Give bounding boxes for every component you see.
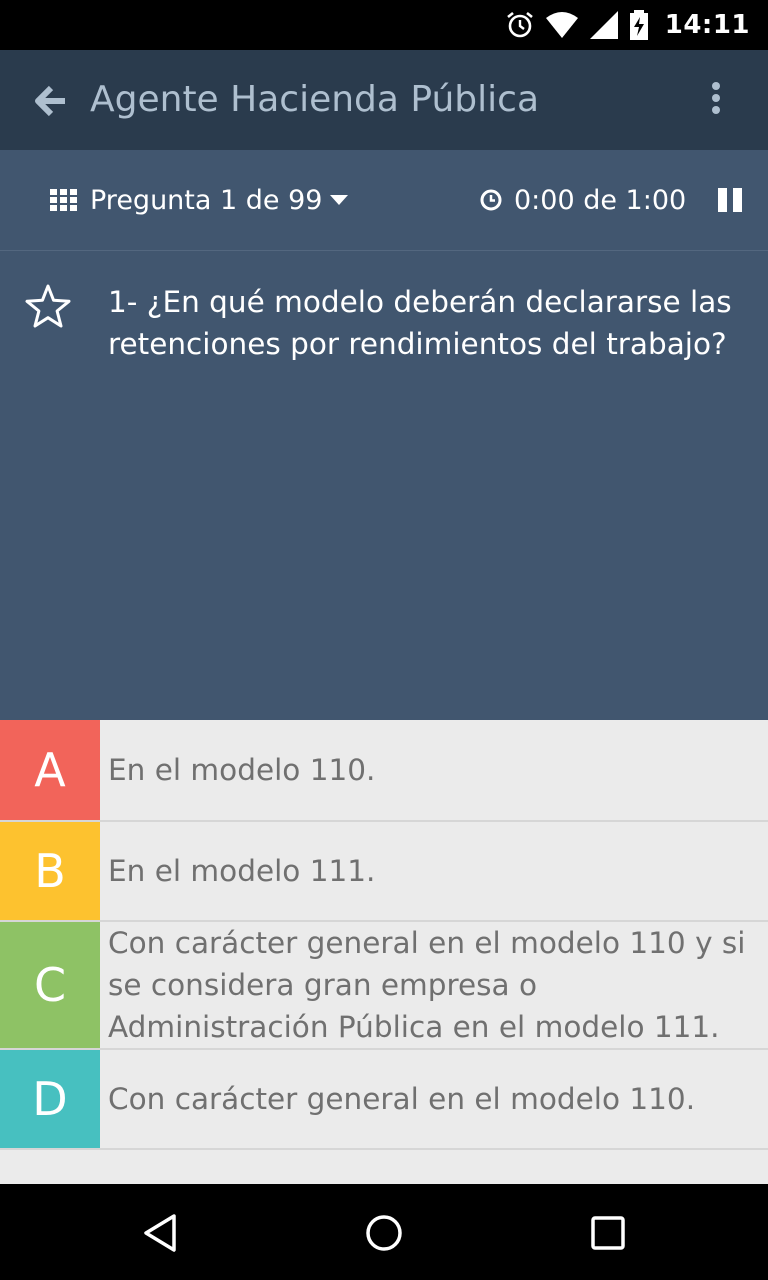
- alarm-icon: [506, 11, 533, 38]
- answer-letter: D: [0, 1050, 100, 1148]
- timer-text: 0:00 de 1:00: [514, 184, 687, 216]
- app-bar: Agente Hacienda Pública: [0, 50, 768, 150]
- star-outline-icon[interactable]: [24, 283, 72, 331]
- answer-text: Con carácter general en el modelo 110 y …: [108, 926, 746, 1044]
- answer-text: Con carácter general en el modelo 110.: [108, 1082, 696, 1116]
- status-time: 14:11: [664, 10, 750, 40]
- recents-square-icon[interactable]: [587, 1212, 629, 1254]
- question-panel: 1- ¿En qué modelo deberán declararse las…: [0, 251, 768, 720]
- answer-option-a[interactable]: A En el modelo 110.: [0, 720, 768, 822]
- answer-text: En el modelo 111.: [108, 854, 376, 888]
- quiz-toolbar: Pregunta 1 de 99 0:00 de 1:00: [0, 150, 768, 251]
- answer-list: A En el modelo 110. B En el modelo 111. …: [0, 720, 768, 1184]
- answer-letter: B: [0, 822, 100, 920]
- status-bar: 14:11: [0, 0, 768, 50]
- answer-letter: C: [0, 922, 100, 1048]
- question-text: 1- ¿En qué modelo deberán declararse las…: [108, 285, 732, 361]
- answer-option-d[interactable]: D Con carácter general en el modelo 110.: [0, 1050, 768, 1150]
- grid-icon: [50, 189, 77, 211]
- pause-icon[interactable]: [718, 188, 742, 212]
- clock-icon: [480, 189, 502, 211]
- answer-option-b[interactable]: B En el modelo 111.: [0, 822, 768, 922]
- back-triangle-icon[interactable]: [140, 1212, 182, 1254]
- wifi-icon: [545, 12, 578, 38]
- battery-charging-icon: [629, 10, 648, 40]
- question-counter: Pregunta 1 de 99: [90, 184, 323, 216]
- caret-down-icon: [330, 195, 349, 205]
- answer-text: En el modelo 110.: [108, 753, 376, 787]
- timer: 0:00 de 1:00: [480, 180, 686, 220]
- question-selector[interactable]: Pregunta 1 de 99: [50, 180, 349, 220]
- answer-letter: A: [0, 720, 100, 820]
- more-vertical-icon[interactable]: [704, 80, 728, 120]
- home-circle-icon[interactable]: [363, 1212, 405, 1254]
- app-title: Agente Hacienda Pública: [90, 79, 539, 120]
- status-icons: 14:11: [505, 8, 750, 42]
- signal-icon: [589, 11, 618, 39]
- answer-option-c[interactable]: C Con carácter general en el modelo 110 …: [0, 922, 768, 1050]
- arrow-left-icon[interactable]: [32, 83, 68, 119]
- nav-bar: [0, 1184, 768, 1280]
